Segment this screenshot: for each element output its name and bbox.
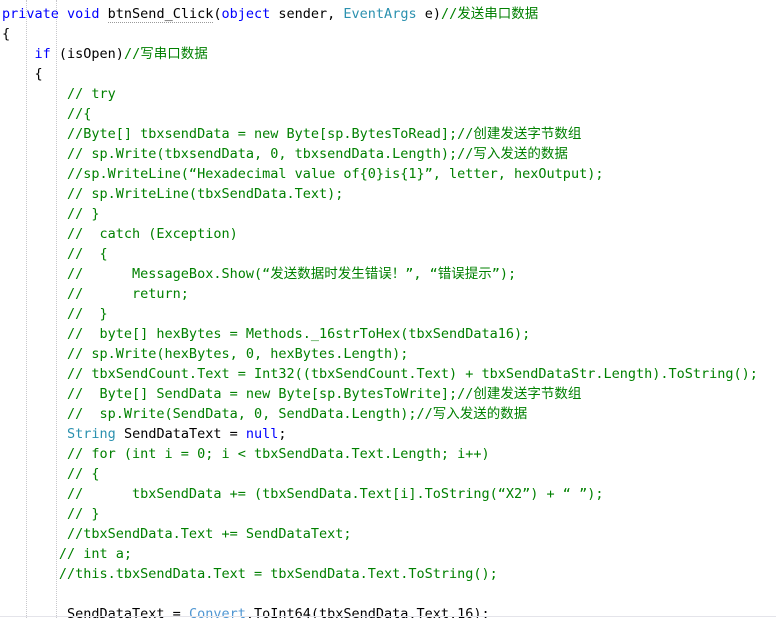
- code-body[interactable]: private void btnSend_Click(object sender…: [0, 4, 776, 618]
- code-line[interactable]: {: [0, 24, 776, 44]
- identifier-token: {: [2, 26, 11, 42]
- keyword-token: object: [221, 6, 271, 22]
- code-line[interactable]: // }: [0, 504, 776, 524]
- code-line[interactable]: if (isOpen)//写串口数据: [0, 44, 776, 64]
- keyword-token: null: [245, 426, 279, 442]
- keyword-token: if: [34, 46, 51, 62]
- code-line[interactable]: {: [0, 64, 776, 84]
- identifier-token: [2, 426, 67, 442]
- code-line[interactable]: private void btnSend_Click(object sender…: [0, 4, 776, 24]
- smart-tag-identifier[interactable]: btnSend_Click: [107, 6, 214, 23]
- identifier-token: (isOpen): [50, 46, 124, 62]
- comment-token: // byte[] hexBytes = Methods._16strToHex…: [2, 326, 531, 342]
- comment-token: //sp.WriteLine(“Hexadecimal value of{0}i…: [2, 166, 604, 182]
- comment-token: // tbxSendCount.Text = Int32((tbxSendCou…: [2, 366, 758, 382]
- code-line[interactable]: //tbxSendData.Text += SendDataText;: [0, 524, 776, 544]
- code-line[interactable]: // byte[] hexBytes = Methods._16strToHex…: [0, 324, 776, 344]
- code-line[interactable]: // int a;: [0, 544, 776, 564]
- comment-token: // }: [2, 506, 100, 522]
- code-line[interactable]: // try: [0, 84, 776, 104]
- comment-token: // try: [2, 86, 116, 102]
- code-line[interactable]: // sp.Write(hexBytes, 0, hexBytes.Length…: [0, 344, 776, 364]
- code-line[interactable]: // Byte[] SendData = new Byte[sp.BytesTo…: [0, 384, 776, 404]
- code-line[interactable]: //sp.WriteLine(“Hexadecimal value of{0}i…: [0, 164, 776, 184]
- comment-token: // sp.WriteLine(tbxSendData.Text);: [2, 186, 344, 202]
- code-line[interactable]: // }: [0, 304, 776, 324]
- comment-token: // {: [2, 246, 108, 262]
- code-line[interactable]: // }: [0, 204, 776, 224]
- comment-token: // MessageBox.Show(“发送数据时发生错误！”, “错误提示”)…: [2, 266, 517, 282]
- identifier-token: e): [416, 6, 441, 22]
- comment-token: // {: [2, 466, 100, 482]
- comment-token: //发送串口数据: [440, 6, 539, 22]
- identifier-token: sender,: [270, 6, 344, 22]
- comment-token: // return;: [2, 286, 189, 302]
- code-editor[interactable]: private void btnSend_Click(object sender…: [0, 0, 776, 618]
- code-line[interactable]: // {: [0, 244, 776, 264]
- comment-token: // int a;: [2, 546, 133, 562]
- comment-token: // Byte[] SendData = new Byte[sp.BytesTo…: [2, 386, 582, 402]
- code-line[interactable]: // sp.Write(SendData, 0, SendData.Length…: [0, 404, 776, 424]
- identifier-token: SendDataText =: [115, 426, 246, 442]
- code-line[interactable]: [0, 584, 776, 604]
- code-line[interactable]: // tbxSendCount.Text = Int32((tbxSendCou…: [0, 364, 776, 384]
- comment-token: //{: [2, 106, 92, 122]
- comment-token: // sp.Write(hexBytes, 0, hexBytes.Length…: [2, 346, 409, 362]
- code-line[interactable]: //this.tbxSendData.Text = tbxSendData.Te…: [0, 564, 776, 584]
- identifier-token: {: [2, 66, 43, 82]
- code-line[interactable]: // return;: [0, 284, 776, 304]
- comment-token: // sp.Write(SendData, 0, SendData.Length…: [2, 406, 528, 422]
- comment-token: //tbxSendData.Text += SendDataText;: [2, 526, 352, 542]
- keyword-token: private void: [2, 6, 108, 22]
- code-line[interactable]: //{: [0, 104, 776, 124]
- bottom-separator: [0, 616, 776, 617]
- comment-token: // }: [2, 306, 108, 322]
- identifier-token: [2, 46, 35, 62]
- code-line[interactable]: // {: [0, 464, 776, 484]
- code-line[interactable]: // MessageBox.Show(“发送数据时发生错误！”, “错误提示”)…: [0, 264, 776, 284]
- code-line[interactable]: // sp.WriteLine(tbxSendData.Text);: [0, 184, 776, 204]
- code-line[interactable]: // for (int i = 0; i < tbxSendData.Text.…: [0, 444, 776, 464]
- comment-token: // for (int i = 0; i < tbxSendData.Text.…: [2, 446, 490, 462]
- comment-token: // }: [2, 206, 100, 222]
- code-line[interactable]: // tbxSendData += (tbxSendData.Text[i].T…: [0, 484, 776, 504]
- comment-token: // sp.Write(tbxsendData, 0, tbxsendData.…: [2, 146, 568, 162]
- code-line[interactable]: String SendDataText = null;: [0, 424, 776, 444]
- code-line[interactable]: //Byte[] tbxsendData = new Byte[sp.Bytes…: [0, 124, 776, 144]
- comment-token: // tbxSendData += (tbxSendData.Text[i].T…: [2, 486, 604, 502]
- type-token: EventArgs: [343, 6, 417, 22]
- code-line[interactable]: // sp.Write(tbxsendData, 0, tbxsendData.…: [0, 144, 776, 164]
- comment-token: // catch (Exception): [2, 226, 238, 242]
- code-line[interactable]: // catch (Exception): [0, 224, 776, 244]
- comment-token: //写串口数据: [123, 46, 208, 62]
- comment-token: //Byte[] tbxsendData = new Byte[sp.Bytes…: [2, 126, 582, 142]
- identifier-token: ;: [278, 426, 287, 442]
- type-token: String: [67, 426, 116, 442]
- comment-token: //this.tbxSendData.Text = tbxSendData.Te…: [2, 566, 498, 582]
